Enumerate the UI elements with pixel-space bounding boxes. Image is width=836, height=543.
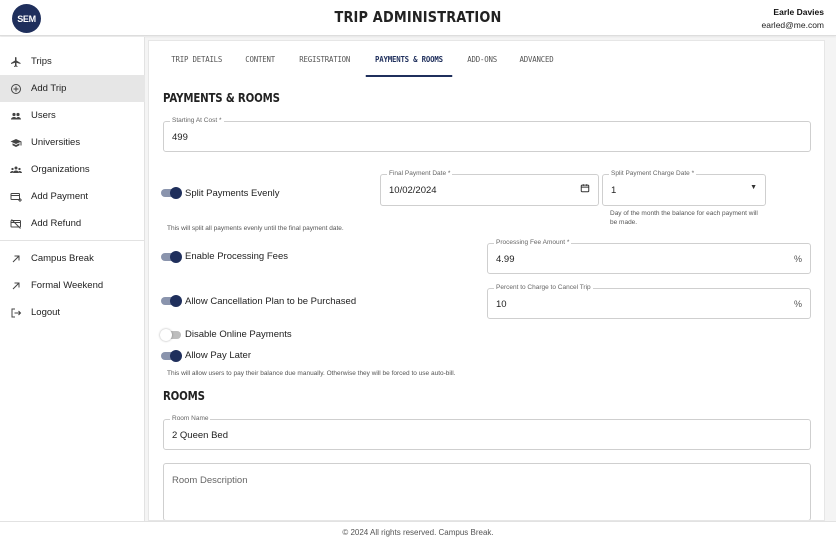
main-panel: TRIP DETAILS CONTENT REGISTRATION PAYMEN…	[148, 40, 825, 521]
user-menu[interactable]: Earle Davies earled@me.com	[762, 7, 824, 30]
processing-fee-amount-field[interactable]: Processing Fee Amount * 4.99 %	[487, 239, 811, 274]
sidebar-item-label: Add Payment	[31, 191, 89, 202]
tab-content[interactable]: CONTENT	[236, 41, 284, 77]
page-title: TRIP ADMINISTRATION	[334, 8, 502, 26]
split-evenly-helper: This will split all payments evenly unti…	[167, 225, 344, 232]
sidebar: Trips Add Trip Users Universities Organi…	[0, 37, 145, 521]
tab-advanced[interactable]: ADVANCED	[511, 41, 563, 77]
starting-cost-field[interactable]: Starting At Cost * 499	[163, 117, 811, 152]
payments-section-title: PAYMENTS & ROOMS	[163, 91, 280, 105]
tab-registration[interactable]: REGISTRATION	[290, 41, 359, 77]
split-evenly-toggle[interactable]	[161, 187, 182, 199]
sidebar-item-label: Users	[31, 110, 56, 121]
toggle-knob	[170, 350, 182, 362]
room-description-placeholder: Room Description	[172, 475, 248, 486]
chevron-down-icon: ▼	[750, 184, 757, 191]
airplane-icon	[9, 55, 23, 69]
field-value: 10	[496, 299, 507, 310]
sidebar-item-label: Trips	[31, 56, 52, 67]
field-label: Percent to Charge to Cancel Trip	[494, 284, 593, 291]
toggle-knob	[170, 187, 182, 199]
final-payment-date-field[interactable]: Final Payment Date * 10/02/2024	[380, 170, 599, 206]
sidebar-item-label: Campus Break	[31, 253, 94, 264]
toggle-knob	[160, 329, 172, 341]
processing-fees-toggle[interactable]	[161, 251, 182, 263]
split-evenly-label: Split Payments Evenly	[185, 188, 280, 199]
external-arrow-icon	[9, 279, 23, 293]
split-charge-date-select[interactable]: Split Payment Charge Date * 1 ▼	[602, 170, 766, 206]
sidebar-item-label: Organizations	[31, 164, 90, 175]
users-icon	[9, 109, 23, 123]
sidebar-item-label: Universities	[31, 137, 81, 148]
rooms-section-title: ROOMS	[163, 389, 205, 403]
pay-later-toggle[interactable]	[161, 350, 182, 362]
sidebar-item-label: Logout	[31, 307, 61, 318]
plus-circle-icon	[9, 82, 23, 96]
percent-suffix: %	[793, 299, 802, 309]
pay-later-helper: This will allow users to pay their balan…	[167, 370, 456, 377]
disable-online-label: Disable Online Payments	[185, 329, 292, 340]
sidebar-item-universities[interactable]: Universities	[0, 129, 145, 156]
tab-add-ons[interactable]: ADD-ONS	[458, 41, 506, 77]
sidebar-item-users[interactable]: Users	[0, 102, 145, 129]
processing-fees-label: Enable Processing Fees	[185, 251, 288, 262]
cancellation-plan-toggle[interactable]	[161, 295, 182, 307]
sidebar-item-logout[interactable]: Logout	[0, 299, 145, 326]
field-label: Split Payment Charge Date *	[609, 170, 697, 177]
toggle-knob	[170, 251, 182, 263]
sidebar-item-add-refund[interactable]: Add Refund	[0, 210, 145, 237]
logo[interactable]: SEM	[12, 4, 41, 33]
external-arrow-icon	[9, 252, 23, 266]
field-value: 1	[611, 185, 617, 196]
user-name: Earle Davies	[773, 7, 824, 17]
pay-later-label: Allow Pay Later	[185, 350, 252, 361]
room-description-field[interactable]: Room Description	[163, 463, 811, 520]
user-email: earled@me.com	[761, 20, 824, 30]
sidebar-item-add-payment[interactable]: Add Payment	[0, 183, 145, 210]
field-label: Starting At Cost *	[170, 117, 224, 124]
cancel-percent-field[interactable]: Percent to Charge to Cancel Trip 10 %	[487, 284, 811, 319]
sidebar-item-trips[interactable]: Trips	[0, 48, 145, 75]
graduation-cap-icon	[9, 136, 23, 150]
sidebar-item-label: Formal Weekend	[31, 280, 104, 291]
sidebar-item-organizations[interactable]: Organizations	[0, 156, 145, 183]
tab-payments-rooms[interactable]: PAYMENTS & ROOMS	[365, 41, 453, 77]
field-value: 2 Queen Bed	[172, 430, 228, 441]
app-header: SEM TRIP ADMINISTRATION Earle Davies ear…	[0, 0, 836, 36]
toggle-knob	[170, 295, 182, 307]
field-label: Final Payment Date *	[387, 170, 453, 177]
field-label: Processing Fee Amount *	[494, 239, 572, 246]
split-charge-helper: Day of the month the balance for each pa…	[610, 210, 758, 227]
logout-icon	[9, 306, 23, 320]
percent-suffix: %	[793, 254, 802, 264]
calendar-icon[interactable]	[580, 183, 590, 195]
sidebar-item-label: Add Refund	[31, 218, 82, 229]
tab-bar: TRIP DETAILS CONTENT REGISTRATION PAYMEN…	[159, 41, 565, 77]
refund-icon	[9, 217, 23, 231]
sidebar-item-add-trip[interactable]: Add Trip	[0, 75, 145, 102]
sidebar-item-label: Add Trip	[31, 83, 67, 94]
field-value: 499	[172, 132, 188, 143]
room-name-field[interactable]: Room Name 2 Queen Bed	[163, 415, 811, 450]
footer: © 2024 All rights reserved. Campus Break…	[0, 521, 836, 543]
sidebar-item-campus-break[interactable]: Campus Break	[0, 245, 145, 272]
tab-trip-details[interactable]: TRIP DETAILS	[162, 41, 231, 77]
sidebar-divider	[0, 240, 145, 241]
field-value: 4.99	[496, 254, 515, 265]
disable-online-toggle[interactable]	[160, 329, 181, 341]
sidebar-item-formal-weekend[interactable]: Formal Weekend	[0, 272, 145, 299]
add-payment-icon	[9, 190, 23, 204]
cancellation-plan-label: Allow Cancellation Plan to be Purchased	[185, 296, 357, 307]
organizations-icon	[9, 163, 23, 177]
field-label: Room Name	[170, 415, 211, 422]
field-value: 10/02/2024	[389, 185, 437, 196]
